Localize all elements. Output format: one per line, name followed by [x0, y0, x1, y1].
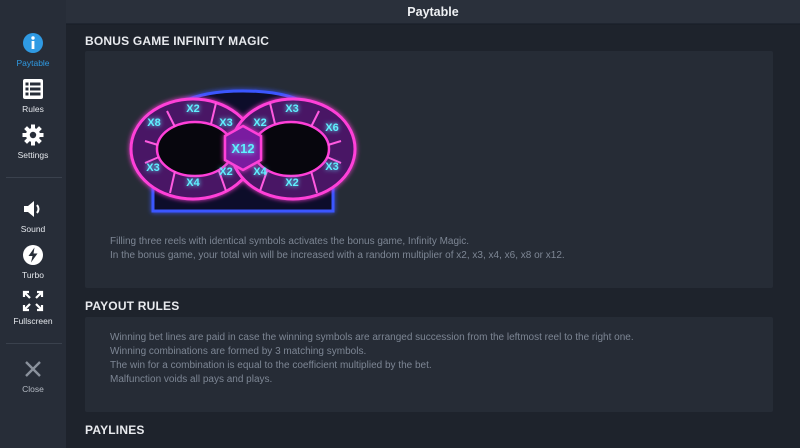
sidebar-item-close[interactable]: Close: [0, 358, 66, 402]
svg-text:X2: X2: [219, 166, 232, 178]
bonus-description: Filling three reels with identical symbo…: [110, 236, 565, 261]
svg-text:X6: X6: [325, 122, 338, 134]
paytable-screen: Paytable Rules Settings Sound Turbo Full…: [0, 0, 800, 448]
page-title: Paytable: [407, 4, 459, 19]
paytable-content[interactable]: BONUS GAME INFINITY MAGIC X12 X8 X2 X3 X…: [66, 25, 800, 448]
svg-text:X3: X3: [146, 162, 159, 174]
sidebar-item-label: Settings: [17, 150, 49, 160]
sidebar-item-label: Close: [22, 384, 44, 394]
bonus-panel: X12 X8 X2 X3 X3 X4 X2 X2 X3 X6 X3 X2 X4: [85, 51, 773, 288]
svg-text:X4: X4: [186, 177, 200, 189]
sidebar: Paytable Rules Settings Sound Turbo Full…: [0, 0, 66, 448]
sidebar-item-rules[interactable]: Rules: [0, 78, 66, 122]
svg-text:X2: X2: [253, 117, 266, 129]
fullscreen-icon: [22, 290, 44, 312]
infinity-magic-image: X12 X8 X2 X3 X3 X4 X2 X2 X3 X6 X3 X2 X4: [123, 81, 363, 221]
sidebar-item-settings[interactable]: Settings: [0, 124, 66, 168]
svg-text:X3: X3: [285, 103, 298, 115]
multiplier-x12: X12: [231, 141, 254, 156]
payout-description: Winning bet lines are paid in case the w…: [110, 332, 634, 385]
header-bar: Paytable: [66, 0, 800, 24]
svg-text:X4: X4: [253, 166, 267, 178]
info-icon: [22, 32, 44, 54]
svg-text:X3: X3: [325, 161, 338, 173]
list-icon: [22, 78, 44, 100]
svg-text:X3: X3: [219, 117, 232, 129]
sidebar-divider: [6, 343, 62, 344]
sidebar-divider: [6, 177, 62, 178]
gear-icon: [22, 124, 44, 146]
sidebar-item-turbo[interactable]: Turbo: [0, 244, 66, 288]
svg-text:X2: X2: [186, 103, 199, 115]
sidebar-item-label: Paytable: [16, 58, 50, 68]
sidebar-item-label: Fullscreen: [13, 316, 53, 326]
sidebar-item-label: Sound: [20, 224, 46, 234]
sidebar-item-label: Turbo: [22, 270, 44, 280]
svg-text:X2: X2: [285, 177, 298, 189]
section-title-paylines: PAYLINES: [85, 423, 145, 437]
section-title-bonus: BONUS GAME INFINITY MAGIC: [85, 34, 270, 48]
sidebar-item-label: Rules: [22, 104, 44, 114]
close-icon: [22, 358, 44, 380]
svg-text:X8: X8: [147, 117, 160, 129]
speaker-icon: [22, 198, 44, 220]
sidebar-item-sound[interactable]: Sound: [0, 198, 66, 242]
section-title-payout: PAYOUT RULES: [85, 299, 180, 313]
payout-panel: Winning bet lines are paid in case the w…: [85, 317, 773, 412]
lightning-icon: [22, 244, 44, 266]
sidebar-item-paytable[interactable]: Paytable: [0, 32, 66, 76]
sidebar-item-fullscreen[interactable]: Fullscreen: [0, 290, 66, 334]
